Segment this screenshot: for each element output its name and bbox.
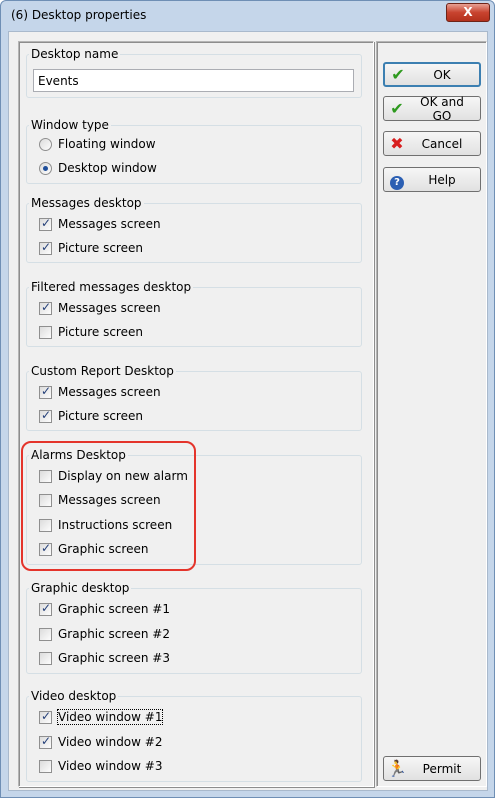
close-button[interactable]: X [446,3,490,22]
window-type-group: Window type Floating window Desktop wind… [26,118,362,184]
graphic-screen-1-checkbox[interactable]: Graphic screen #1 [39,601,170,617]
cancel-button[interactable]: ✖ Cancel [383,131,481,156]
floating-window-label: Floating window [58,137,156,151]
graphic-screen-2-checkbox[interactable]: Graphic screen #2 [39,626,170,642]
green-check-icon: ✔ [390,99,404,118]
desktop-window-radio[interactable]: Desktop window [39,160,157,176]
desktop-name-input[interactable] [33,69,354,92]
custom-report-desktop-group: Custom Report Desktop Messages screen Pi… [26,364,362,431]
messages-desktop-messages-screen-checkbox[interactable]: Messages screen [39,216,161,232]
window-type-legend: Window type [29,118,111,132]
checkbox-unchecked-icon[interactable] [39,651,52,665]
filtered-messages-desktop-group: Filtered messages desktop Messages scree… [26,280,362,347]
filtered-messages-screen-checkbox[interactable]: Messages screen [39,300,161,316]
graphic-desktop-legend: Graphic desktop [29,581,132,595]
floating-window-radio[interactable]: Floating window [39,136,156,152]
ok-button[interactable]: ✔ OK [383,62,481,87]
custom-report-desktop-legend: Custom Report Desktop [29,364,176,378]
desktop-properties-dialog: (6) Desktop properties X Desktop name Wi… [0,0,495,798]
checkbox-label: Video window #1 [56,709,164,725]
video-desktop-group: Video desktop Video window #1 Video wind… [26,689,362,782]
radio-unselected-icon[interactable] [39,137,52,151]
checkbox-label: Graphic screen #3 [58,651,170,665]
checkbox-label: Video window #3 [58,759,163,773]
checkbox-checked-icon[interactable] [39,300,52,315]
dialog-client-area: Desktop name Window type Floating window… [8,31,488,791]
desktop-window-label: Desktop window [58,161,157,175]
messages-desktop-picture-screen-checkbox[interactable]: Picture screen [39,240,143,256]
video-window-3-checkbox[interactable]: Video window #3 [39,758,162,774]
desktop-name-legend: Desktop name [29,47,121,61]
checkbox-checked-icon[interactable] [39,408,52,423]
checkbox-checked-icon[interactable] [39,709,52,724]
settings-panel: Desktop name Window type Floating window… [18,41,374,787]
alarms-highlight-annotation [21,441,196,571]
checkbox-label: Messages screen [58,217,161,231]
checkbox-label: Video window #2 [58,735,163,749]
video-window-2-checkbox[interactable]: Video window #2 [39,734,162,750]
messages-desktop-group: Messages desktop Messages screen Picture… [26,196,362,263]
actions-panel: ✔ OK ✔ OK and GO ✖ Cancel ? Help 🏃 Permi… [376,41,487,787]
checkbox-checked-icon[interactable] [39,734,52,749]
checkbox-checked-icon[interactable] [39,240,52,255]
checkbox-checked-icon[interactable] [39,601,52,616]
checkbox-unchecked-icon[interactable] [39,627,52,641]
video-window-1-checkbox[interactable]: Video window #1 [39,709,164,725]
help-button[interactable]: ? Help [383,167,481,192]
desktop-name-group: Desktop name [26,47,362,98]
checkbox-label: Messages screen [58,385,161,399]
title-bar[interactable]: (6) Desktop properties X [1,1,494,31]
checkbox-label: Picture screen [58,325,143,339]
checkbox-checked-icon[interactable] [39,384,52,399]
checkbox-label: Graphic screen #1 [58,602,170,616]
filtered-picture-screen-checkbox[interactable]: Picture screen [39,324,143,340]
checkbox-label: Picture screen [58,409,143,423]
checkbox-unchecked-icon[interactable] [39,759,52,773]
running-man-icon: 🏃 [387,759,407,778]
messages-desktop-legend: Messages desktop [29,196,144,210]
ok-and-go-button[interactable]: ✔ OK and GO [383,95,481,123]
permit-button[interactable]: 🏃 Permit [383,756,481,781]
window-title: (6) Desktop properties [11,8,147,22]
video-desktop-legend: Video desktop [29,689,119,703]
checkbox-checked-icon[interactable] [39,216,52,231]
graphic-desktop-group: Graphic desktop Graphic screen #1 Graphi… [26,581,362,674]
green-check-icon: ✔ [391,65,405,84]
red-x-icon: ✖ [390,134,404,153]
checkbox-label: Picture screen [58,241,143,255]
radio-selected-icon[interactable] [39,161,52,175]
checkbox-unchecked-icon[interactable] [39,325,52,339]
filtered-messages-desktop-legend: Filtered messages desktop [29,280,194,294]
custom-report-messages-screen-checkbox[interactable]: Messages screen [39,384,161,400]
custom-report-picture-screen-checkbox[interactable]: Picture screen [39,408,143,424]
checkbox-label: Messages screen [58,301,161,315]
help-icon: ? [384,170,410,190]
graphic-screen-3-checkbox[interactable]: Graphic screen #3 [39,650,170,666]
checkbox-label: Graphic screen #2 [58,627,170,641]
